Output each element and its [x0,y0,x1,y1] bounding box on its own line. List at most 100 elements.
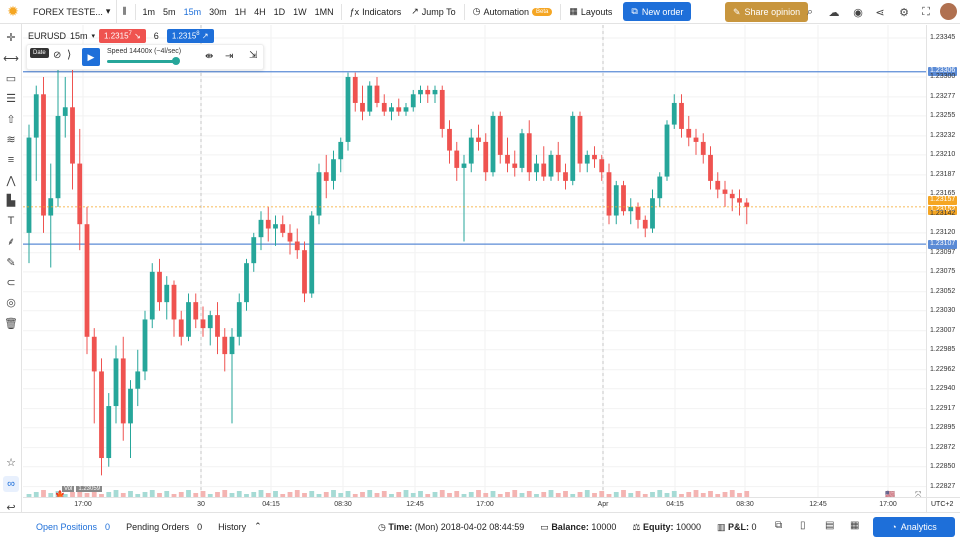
timezone-label[interactable]: UTC+2 [926,497,960,512]
jump-date-icon[interactable]: ⇲ [249,50,257,61]
candle-body [149,271,155,320]
levels-icon[interactable]: ≡ [3,152,19,168]
avatar[interactable] [940,3,957,20]
time-label: 04:15 [262,501,280,508]
rectangle-icon[interactable]: ▭ [3,70,19,86]
volume-bar [222,490,228,497]
time-axis[interactable]: 17:00 30 04:15 08:30 12:45 17:00 Apr 04:15 08:30… [23,497,926,512]
camera-icon[interactable]: ◉ [850,4,866,20]
mobile-icon[interactable]: ▯ [800,520,806,531]
fullscreen-icon[interactable]: ⛶ [918,4,934,20]
trendline-icon[interactable]: ⟷ [3,50,19,66]
trash-icon[interactable]: 🗑 [3,315,19,331]
brush-icon[interactable]: ⸙ [3,233,19,249]
text-icon[interactable]: T [3,213,19,229]
new-order-icon: ⧉ [631,6,638,16]
jump-label: Jump To [421,6,456,17]
timeframe-4h[interactable]: 4H [250,0,270,24]
candle-body [41,94,46,216]
new-order-button[interactable]: ⧉ New order [623,2,692,21]
candle-body [476,137,481,142]
position-icon[interactable]: ▙ [3,192,19,208]
timeframe-5m[interactable]: 5m [159,0,180,24]
divider [134,3,136,20]
wallet-icon: ▭ [540,521,552,532]
timeframe-15m[interactable]: 15m [180,0,206,24]
timeframe-1m[interactable]: 1m [139,0,160,24]
timeframe-1w[interactable]: 1W [289,0,311,24]
timeframe-label: 15m [70,30,88,41]
candle-body [708,154,713,181]
search-icon[interactable]: ⌕ [802,4,818,20]
share-icon[interactable]: ⋖ [872,4,888,20]
date-badge[interactable]: Date [30,48,49,58]
copy-icon[interactable]: ⧉ [775,520,782,531]
time-stat: ◷ Time: (Mon) 2018-04-02 08:44:59 [378,522,524,533]
pattern-icon[interactable]: ⋀ [3,172,19,188]
divider [463,3,465,20]
layouts-button[interactable]: ▦ Layouts [564,0,617,24]
timeframe-1h[interactable]: 1H [231,0,251,24]
candle-body [258,219,264,238]
chart-legend: EURUSD 15m ▾ 1.23157 ↘ 6 1.23158 ↗ [28,29,214,43]
timeframe-1mn[interactable]: 1MN [311,0,338,24]
gear-icon[interactable]: ⚙ [896,4,912,20]
account-selector[interactable]: FOREX TESTE... ▾ [27,0,118,24]
step-candle-icon[interactable]: ⇥ [225,51,233,62]
chart-area[interactable] [23,25,926,512]
buy-price-suffix: 8 [196,31,200,37]
fibonacci-icon[interactable]: ☰ [3,90,19,106]
crosshair-icon[interactable]: ✛ [3,29,19,45]
step-forward-icon[interactable]: ⇼ [205,51,213,62]
channel-icon[interactable]: ≋ [3,131,19,147]
link-icon[interactable]: ∞ [3,476,19,492]
candle-body [744,202,750,207]
time-label: 08:30 [334,501,352,508]
chevron-down-icon: ▾ [91,32,96,40]
hide-icon[interactable]: ⊘ [53,50,61,61]
candle-body [447,128,452,151]
candle-body [599,159,605,173]
price-label: 1.23052 [930,287,956,295]
tab-open-positions[interactable]: Open Positions 0 [0,522,118,532]
buy-button[interactable]: 1.23158 ↗ [166,29,214,43]
pencil-icon[interactable]: ✎ [3,254,19,270]
cloud-icon[interactable]: ☁ [826,4,842,20]
candle-body [432,89,438,95]
indicators-button[interactable]: ƒx Indicators [345,0,407,24]
candle-body [403,107,409,112]
chart-type-button[interactable]: ⫼ [117,0,131,24]
magnet-icon[interactable]: ⊂ [3,274,19,290]
candle-body [171,284,177,320]
price-scale[interactable]: 1.23306 1.23107 1.23157 1.23152 1.23345 1… [926,25,960,512]
eye-icon[interactable]: ◎ [3,294,19,310]
candle-body [461,163,467,168]
arrow-up-icon[interactable]: ⇧ [3,111,19,127]
new-order-label: New order [641,6,684,17]
document-icon[interactable]: ▤ [825,520,834,531]
tab-history[interactable]: History ⌃ [210,521,270,532]
play-button[interactable]: ▶ [82,48,100,66]
automation-button[interactable]: ◷ Automation Beta [468,0,558,24]
star-icon[interactable]: ☆ [3,454,19,470]
candle-body [338,141,344,160]
timeframe-1d[interactable]: 1D [270,0,290,24]
jump-to-button[interactable]: ↗ Jump To [406,0,460,24]
indicators-label: Indicators [362,6,402,17]
calendar-icon[interactable]: ▦ [850,520,859,531]
speed-slider-handle[interactable] [172,57,180,65]
timeframe-30m[interactable]: 30m [205,0,231,24]
candle-body [55,115,61,199]
share-opinion-button[interactable]: ✎ Share opinion [725,2,809,22]
time-label: Time: [388,521,413,532]
time-label: 17:00 [879,501,897,508]
price-label: 1.22872 [930,443,956,451]
sell-button[interactable]: 1.23157 ↘ [99,29,146,43]
step-back-icon[interactable]: ⟩ [67,48,71,61]
speed-slider[interactable] [107,60,179,63]
candle-body [222,336,228,355]
symbol-label[interactable]: EURUSD [28,31,66,41]
tab-pending-orders[interactable]: Pending Orders 0 [118,522,210,532]
candlestick-chart[interactable] [23,25,926,512]
analytics-button[interactable]: ◔ Analytics [873,517,955,537]
